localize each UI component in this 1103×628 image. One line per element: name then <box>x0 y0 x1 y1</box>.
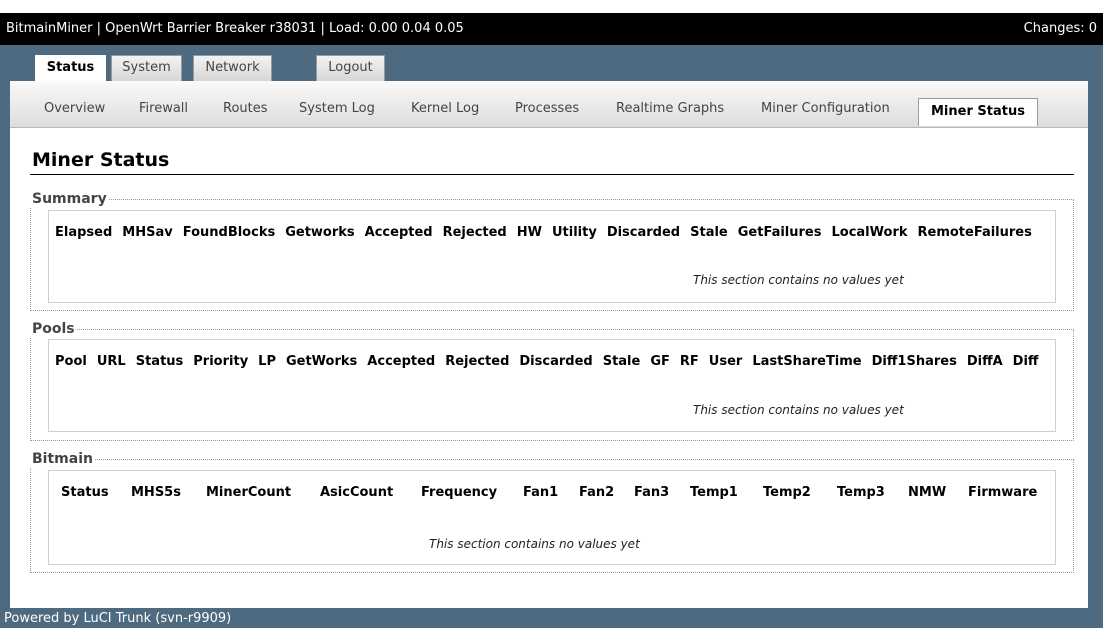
bitmain-col-header: MHS5s <box>131 485 181 500</box>
pools-col-header: Diff <box>1012 354 1039 369</box>
bitmain-col-header: AsicCount <box>320 485 394 500</box>
header-title: BitmainMiner | OpenWrt Barrier Breaker r… <box>6 21 464 36</box>
bitmain-table: Status MHS5s MinerCount AsicCount Freque… <box>48 470 1056 565</box>
subtab-miner-status[interactable]: Miner Status <box>918 98 1038 126</box>
bitmain-col-header: Frequency <box>421 485 498 500</box>
tab-status[interactable]: Status <box>35 55 106 82</box>
pools-col-header: LP <box>258 354 276 369</box>
summary-col-header: Rejected <box>442 225 507 240</box>
summary-col-header: Elapsed <box>55 225 113 240</box>
subtab-processes[interactable]: Processes <box>515 101 579 116</box>
subtab-realtime-graphs[interactable]: Realtime Graphs <box>616 101 724 116</box>
footer-powered-by[interactable]: Powered by LuCI Trunk (svn-r9909) <box>4 611 231 626</box>
summary-col-header: Accepted <box>364 225 433 240</box>
pools-col-header: User <box>708 354 743 369</box>
bitmain-col-header: Temp1 <box>690 485 738 500</box>
top-bar: BitmainMiner | OpenWrt Barrier Breaker r… <box>0 13 1103 45</box>
changes-link[interactable]: Changes: 0 <box>1024 21 1097 36</box>
pools-col-header: RF <box>679 354 699 369</box>
bitmain-col-header: MinerCount <box>206 485 292 500</box>
summary-col-header: Stale <box>690 225 728 240</box>
bitmain-empty-text: This section contains no values yet <box>429 537 640 551</box>
tab-logout[interactable]: Logout <box>316 55 385 81</box>
subtab-kernel-log[interactable]: Kernel Log <box>411 101 479 116</box>
summary-header-row: Elapsed MHSav FoundBlocks Getworks Accepted R… <box>55 225 1042 240</box>
main-content: Overview Firewall Routes System Log Kern… <box>10 81 1088 608</box>
subtab-overview[interactable]: Overview <box>44 101 105 116</box>
summary-col-header: Getworks <box>285 225 355 240</box>
bitmain-col-header: Temp3 <box>837 485 885 500</box>
pools-header-row: Pool URL Status Priority LP GetWorks Accepted R… <box>55 354 1048 369</box>
pools-legend: Pools <box>30 321 77 337</box>
summary-col-header: MHSav <box>122 225 173 240</box>
tab-network[interactable]: Network <box>193 55 272 81</box>
subtab-system-log[interactable]: System Log <box>299 101 375 116</box>
pools-col-header: Priority <box>193 354 249 369</box>
summary-table: Elapsed MHSav FoundBlocks Getworks Accepted R… <box>48 210 1056 303</box>
bitmain-col-header: Firmware <box>968 485 1038 500</box>
bitmain-col-header: Status <box>61 485 109 500</box>
pools-col-header: Pool <box>55 354 87 369</box>
summary-col-header: LocalWork <box>831 225 908 240</box>
subtab-miner-configuration[interactable]: Miner Configuration <box>761 101 890 116</box>
pools-col-header: Accepted <box>367 354 436 369</box>
pools-col-header: GetWorks <box>285 354 358 369</box>
summary-legend: Summary <box>30 191 109 207</box>
subtab-routes[interactable]: Routes <box>223 101 268 116</box>
summary-col-header: Utility <box>551 225 597 240</box>
pools-col-header: LastShareTime <box>752 354 862 369</box>
summary-col-header: RemoteFailures <box>917 225 1032 240</box>
summary-col-header: FoundBlocks <box>182 225 276 240</box>
summary-col-header: Discarded <box>606 225 681 240</box>
tab-system[interactable]: System <box>111 55 182 81</box>
bitmain-col-header: Fan1 <box>523 485 559 500</box>
pools-col-header: Discarded <box>519 354 593 369</box>
pools-col-header: Status <box>135 354 184 369</box>
pools-table: Pool URL Status Priority LP GetWorks Accepted R… <box>48 339 1056 432</box>
pools-col-header: DiffA <box>966 354 1003 369</box>
page-title: Miner Status <box>32 149 170 171</box>
summary-col-header: HW <box>516 225 542 240</box>
summary-empty-text: This section contains no values yet <box>693 273 904 287</box>
summary-col-header: GetFailures <box>737 225 822 240</box>
pools-col-header: URL <box>96 354 126 369</box>
sub-navigation: Overview Firewall Routes System Log Kern… <box>10 81 1088 128</box>
bitmain-legend: Bitmain <box>30 451 95 467</box>
pools-empty-text: This section contains no values yet <box>693 403 904 417</box>
bitmain-col-header: Fan3 <box>634 485 670 500</box>
pools-col-header: Stale <box>602 354 641 369</box>
pools-col-header: Rejected <box>445 354 510 369</box>
app-frame: BitmainMiner | OpenWrt Barrier Breaker r… <box>0 13 1103 628</box>
pools-col-header: GF <box>650 354 670 369</box>
subtab-firewall[interactable]: Firewall <box>139 101 188 116</box>
bitmain-col-header: Fan2 <box>579 485 615 500</box>
bitmain-col-header: NMW <box>908 485 947 500</box>
pools-col-header: Diff1Shares <box>871 354 957 369</box>
title-divider <box>30 174 1074 175</box>
bitmain-col-header: Temp2 <box>763 485 811 500</box>
